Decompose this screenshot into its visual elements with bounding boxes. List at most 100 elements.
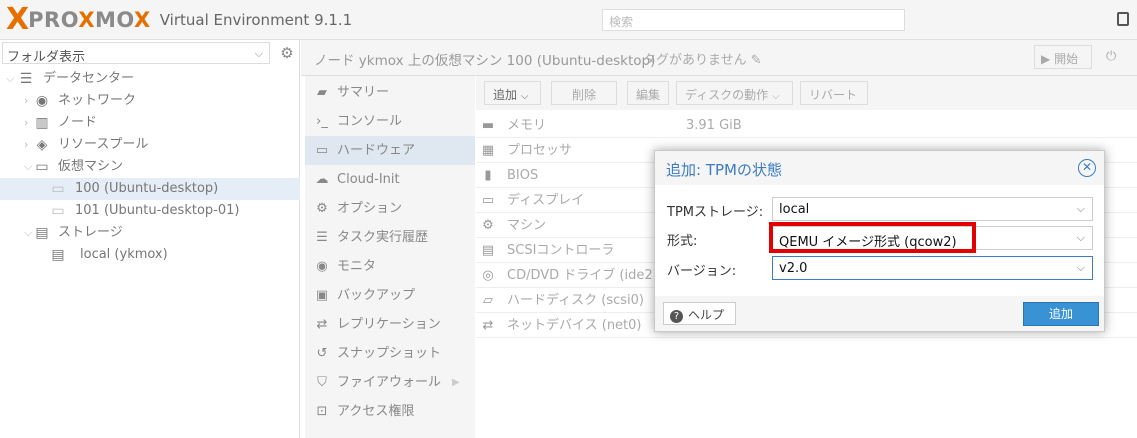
tree-item-network[interactable]: › ◉ ネットワーク: [0, 90, 300, 112]
help-button[interactable]: ? ヘルプ: [663, 302, 736, 325]
chevron-down-icon[interactable]: ⌵: [1077, 202, 1085, 216]
cpu-icon: ▦: [481, 143, 495, 158]
chevron-right-icon[interactable]: ›: [24, 90, 28, 112]
nav-task-history[interactable]: ☰ タスク実行履歴: [305, 223, 475, 252]
tree-item-node[interactable]: › ▥ ノード: [0, 112, 300, 134]
pencil-icon[interactable]: ✎: [751, 53, 762, 68]
revert-button[interactable]: リバート: [800, 81, 868, 105]
tpm-storage-label: TPMストレージ:: [667, 205, 764, 220]
format-label: 形式:: [667, 234, 698, 249]
document-icon[interactable]: [1117, 12, 1129, 26]
chevron-down-icon[interactable]: ⌵: [1077, 261, 1085, 275]
globe-icon: ◉: [35, 93, 49, 109]
desktop-icon: ▭: [315, 143, 329, 158]
nav-permissions[interactable]: ⊡ アクセス権限: [305, 397, 475, 426]
desktop-icon: ▭: [35, 159, 49, 175]
terminal-icon: ›_: [316, 114, 328, 129]
book-icon: ▰: [317, 85, 327, 100]
tpm-storage-field: TPMストレージ: local ⌵: [655, 197, 1104, 221]
nav-replication[interactable]: ⇄ レプリケーション: [305, 310, 475, 339]
nav-options[interactable]: ⚙ オプション: [305, 194, 475, 223]
eye-icon: ◉: [316, 259, 328, 274]
list-icon: ☰: [316, 230, 328, 245]
chevron-down-icon[interactable]: ⌵: [24, 222, 32, 244]
nav-snapshot[interactable]: ↺ スナップショット: [305, 339, 475, 368]
vm-icon: ▭: [51, 181, 65, 197]
dialog-footer: ? ヘルプ 追加: [655, 296, 1104, 331]
chevron-down-icon: ⌵: [772, 91, 780, 102]
chevron-down-icon[interactable]: ⌵: [6, 68, 14, 90]
table-row[interactable]: ▬ メモリ 3.91 GiB: [476, 113, 1137, 138]
tags-label[interactable]: タグがありません ✎: [643, 49, 762, 68]
tpm-storage-select[interactable]: local ⌵: [772, 197, 1093, 221]
dialog-add-button[interactable]: 追加: [1023, 302, 1099, 326]
tree-item-vm-100[interactable]: ▭ 100 (Ubuntu-desktop): [0, 178, 300, 200]
unlock-icon: ⊡: [316, 404, 328, 419]
resource-tree: ⌵ ☰ データセンター › ◉ ネットワーク › ▥ ノード › ◈ リソースプ…: [0, 68, 300, 266]
nav-summary[interactable]: ▰ サマリー: [305, 78, 475, 107]
database-icon: ▤: [35, 225, 49, 241]
tree-item-vm-101[interactable]: ▭ 101 (Ubuntu-desktop-01): [0, 200, 300, 222]
tree-item-virtual-machines[interactable]: ⌵ ▭ 仮想マシン: [0, 156, 300, 178]
start-button[interactable]: ▶ 開始: [1034, 45, 1092, 69]
nav-cloud-init[interactable]: ☁ Cloud-Init: [305, 165, 475, 194]
disk-action-button[interactable]: ディスクの動作 ⌵: [676, 81, 793, 105]
vm-config-nav: ▰ サマリー ›_ コンソール ▭ ハードウェア ☁ Cloud-Init ⚙ オプション…: [305, 76, 475, 438]
content-header: ノード ykmox 上の仮想マシン 100 (Ubuntu-desktop) タ…: [301, 40, 1137, 76]
shield-icon: ⛉: [317, 375, 327, 390]
floppy-icon: ▣: [315, 288, 329, 303]
exchange-icon: ⇄: [482, 318, 494, 333]
close-icon[interactable]: ✕: [1078, 159, 1096, 177]
global-search-input[interactable]: 検索: [602, 9, 905, 31]
page-title: ノード ykmox 上の仮想マシン 100 (Ubuntu-desktop): [314, 53, 656, 69]
play-icon: ▶: [1041, 52, 1051, 66]
add-button[interactable]: 追加 ⌵: [484, 81, 541, 105]
tree-item-storage[interactable]: ⌵ ▤ ストレージ: [0, 222, 300, 244]
tree-item-resource-pool[interactable]: › ◈ リソースプール: [0, 134, 300, 156]
tags-icon: ◈: [36, 137, 48, 153]
nav-backup[interactable]: ▣ バックアップ: [305, 281, 475, 310]
chevron-right-icon[interactable]: ›: [24, 112, 28, 134]
chevron-down-icon: ⌵: [254, 47, 263, 60]
proxmox-logo[interactable]: X PROXMOX Virtual Environment 9.1.1: [6, 2, 353, 37]
tree-item-datacenter[interactable]: ⌵ ☰ データセンター: [0, 68, 300, 90]
format-select[interactable]: QEMU イメージ形式 (qcow2) ⌵: [772, 226, 1093, 250]
monitor-icon: ▭: [481, 193, 495, 208]
top-bar: X PROXMOX Virtual Environment 9.1.1 検索: [0, 0, 1137, 40]
hardware-toolbar: 追加 ⌵ 削除 編集 ディスクの動作 ⌵ リバート: [476, 76, 1137, 110]
memory-icon: ▬: [481, 118, 495, 133]
history-icon: ↺: [316, 346, 328, 361]
power-icon[interactable]: ⏻: [1102, 45, 1137, 69]
chevron-down-icon[interactable]: ⌵: [1077, 231, 1085, 245]
remove-button[interactable]: 削除: [551, 81, 617, 105]
cloud-icon: ☁: [315, 172, 329, 187]
database-icon: ▤: [481, 243, 495, 258]
version-label: バージョン:: [667, 264, 737, 279]
gear-icon[interactable]: ⚙: [276, 42, 298, 64]
gear-icon: ⚙: [316, 201, 328, 216]
question-icon: ?: [670, 310, 683, 323]
logo-x-mark: X: [6, 2, 29, 37]
microchip-icon: ▮: [484, 168, 492, 183]
hdd-icon: ▱: [483, 293, 493, 308]
nav-monitor[interactable]: ◉ モニタ: [305, 252, 475, 281]
edit-button[interactable]: 編集: [627, 81, 669, 105]
retweet-icon: ⇄: [316, 317, 328, 332]
chevron-down-icon: ⌵: [520, 91, 529, 102]
view-selector[interactable]: フォルダ表示 ⌵: [2, 42, 270, 65]
version-label: Virtual Environment 9.1.1: [159, 11, 353, 29]
vm-icon: ▭: [51, 203, 65, 219]
nav-firewall[interactable]: ⛉ ファイアウォール ▶: [305, 368, 475, 397]
chevron-right-icon: ▶: [452, 377, 460, 388]
resource-tree-panel: フォルダ表示 ⌵ ⚙ ⌵ ☰ データセンター › ◉ ネットワーク › ▥ ノー…: [0, 40, 300, 438]
storage-icon: ▤: [51, 247, 65, 263]
dialog-header: 追加: TPMの状態 ✕: [655, 151, 1104, 185]
nav-console[interactable]: ›_ コンソール: [305, 107, 475, 136]
version-select[interactable]: v2.0 ⌵: [772, 256, 1093, 280]
nav-hardware[interactable]: ▭ ハードウェア: [305, 136, 475, 165]
tree-item-local-storage[interactable]: ▤ local (ykmox): [0, 244, 300, 266]
server-icon: ☰: [19, 71, 33, 87]
cdrom-icon: ◎: [482, 268, 494, 283]
chevron-right-icon[interactable]: ›: [24, 134, 28, 156]
chevron-down-icon[interactable]: ⌵: [24, 156, 32, 178]
